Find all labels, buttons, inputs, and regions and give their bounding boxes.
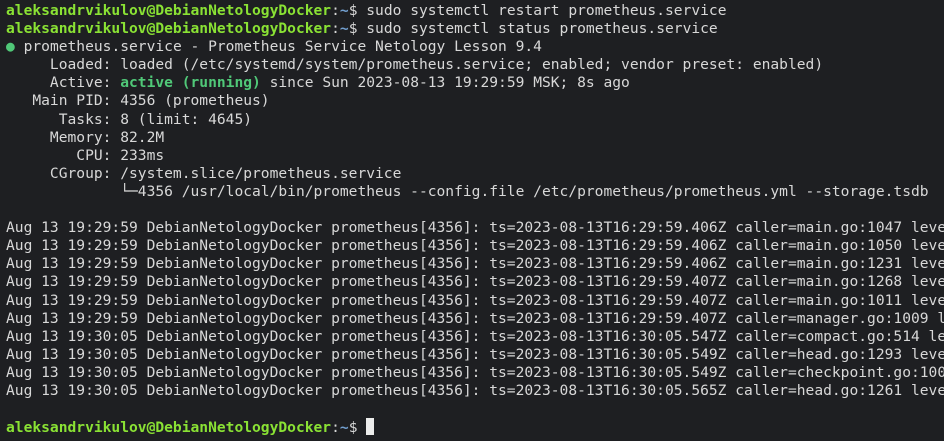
prompt-separator: : (331, 2, 340, 19)
prompt-user-host: aleksandrvikulov@DebianNetologyDocker (6, 419, 332, 437)
status-dot-icon: ● (6, 38, 15, 56)
status-loaded: Loaded: loaded (/etc/systemd/system/prom… (6, 56, 824, 74)
prompt-sigil: $ (348, 419, 367, 437)
prompt-path: ~ (339, 2, 349, 19)
journal-log-line: Aug 13 19:30:05 DebianNetologyDocker pro… (6, 327, 944, 345)
status-cgroup-process: └─4356 /usr/local/bin/prometheus --confi… (6, 182, 929, 200)
journal-log-line: Aug 13 19:29:59 DebianNetologyDocker pro… (6, 291, 944, 309)
status-main-pid: Main PID: 4356 (prometheus) (6, 92, 270, 110)
text-cursor[interactable] (366, 418, 375, 436)
prompt-sigil: $ (348, 2, 367, 19)
journal-log-line: Aug 13 19:29:59 DebianNetologyDocker pro… (6, 255, 944, 273)
prompt-sigil: $ (348, 20, 367, 38)
status-memory: Memory: 82.2M (6, 128, 165, 146)
terminal-window[interactable]: aleksandrvikulov@DebianNetologyDocker:~$… (0, 0, 944, 441)
prompt-user-host: aleksandrvikulov@DebianNetologyDocker (6, 20, 332, 38)
status-tasks: Tasks: 8 (limit: 4645) (6, 110, 253, 128)
prompt-path: ~ (339, 20, 349, 38)
prompt-line-restart: aleksandrvikulov@DebianNetologyDocker:~$… (6, 2, 944, 20)
service-description: prometheus.service - Prometheus Service … (14, 38, 542, 56)
prompt-separator: : (331, 20, 340, 38)
command-text: sudo systemctl restart prometheus.servic… (366, 2, 727, 19)
status-active: Active: active (running) since Sun 2023-… (6, 74, 944, 92)
command-text: sudo systemctl status prometheus.service (366, 20, 718, 38)
prompt-line-current[interactable]: aleksandrvikulov@DebianNetologyDocker:~$ (6, 418, 944, 436)
active-state-badge: active (running) (120, 74, 261, 92)
prompt-separator: : (331, 419, 340, 437)
journal-log-line: Aug 13 19:30:05 DebianNetologyDocker pro… (6, 363, 944, 381)
journal-log-line: Aug 13 19:29:59 DebianNetologyDocker pro… (6, 273, 944, 291)
journal-log-line: Aug 13 19:30:05 DebianNetologyDocker pro… (6, 381, 944, 399)
journal-log-line: Aug 13 19:29:59 DebianNetologyDocker pro… (6, 237, 944, 255)
service-unit-line: ● prometheus.service - Prometheus Servic… (6, 38, 944, 56)
status-cgroup: CGroup: /system.slice/prometheus.service (6, 164, 402, 182)
status-cpu: CPU: 233ms (6, 146, 165, 164)
journal-log-line: Aug 13 19:29:59 DebianNetologyDocker pro… (6, 219, 944, 237)
prompt-line-status: aleksandrvikulov@DebianNetologyDocker:~$… (6, 20, 944, 38)
journal-log-line: Aug 13 19:30:05 DebianNetologyDocker pro… (6, 345, 944, 363)
active-label: Active: (6, 74, 121, 92)
prompt-path: ~ (339, 419, 349, 437)
prompt-user-host: aleksandrvikulov@DebianNetologyDocker (6, 2, 332, 19)
active-since: since Sun 2023-08-13 19:29:59 MSK; 8s ag… (260, 74, 630, 92)
journal-log-line: Aug 13 19:29:59 DebianNetologyDocker pro… (6, 309, 944, 327)
